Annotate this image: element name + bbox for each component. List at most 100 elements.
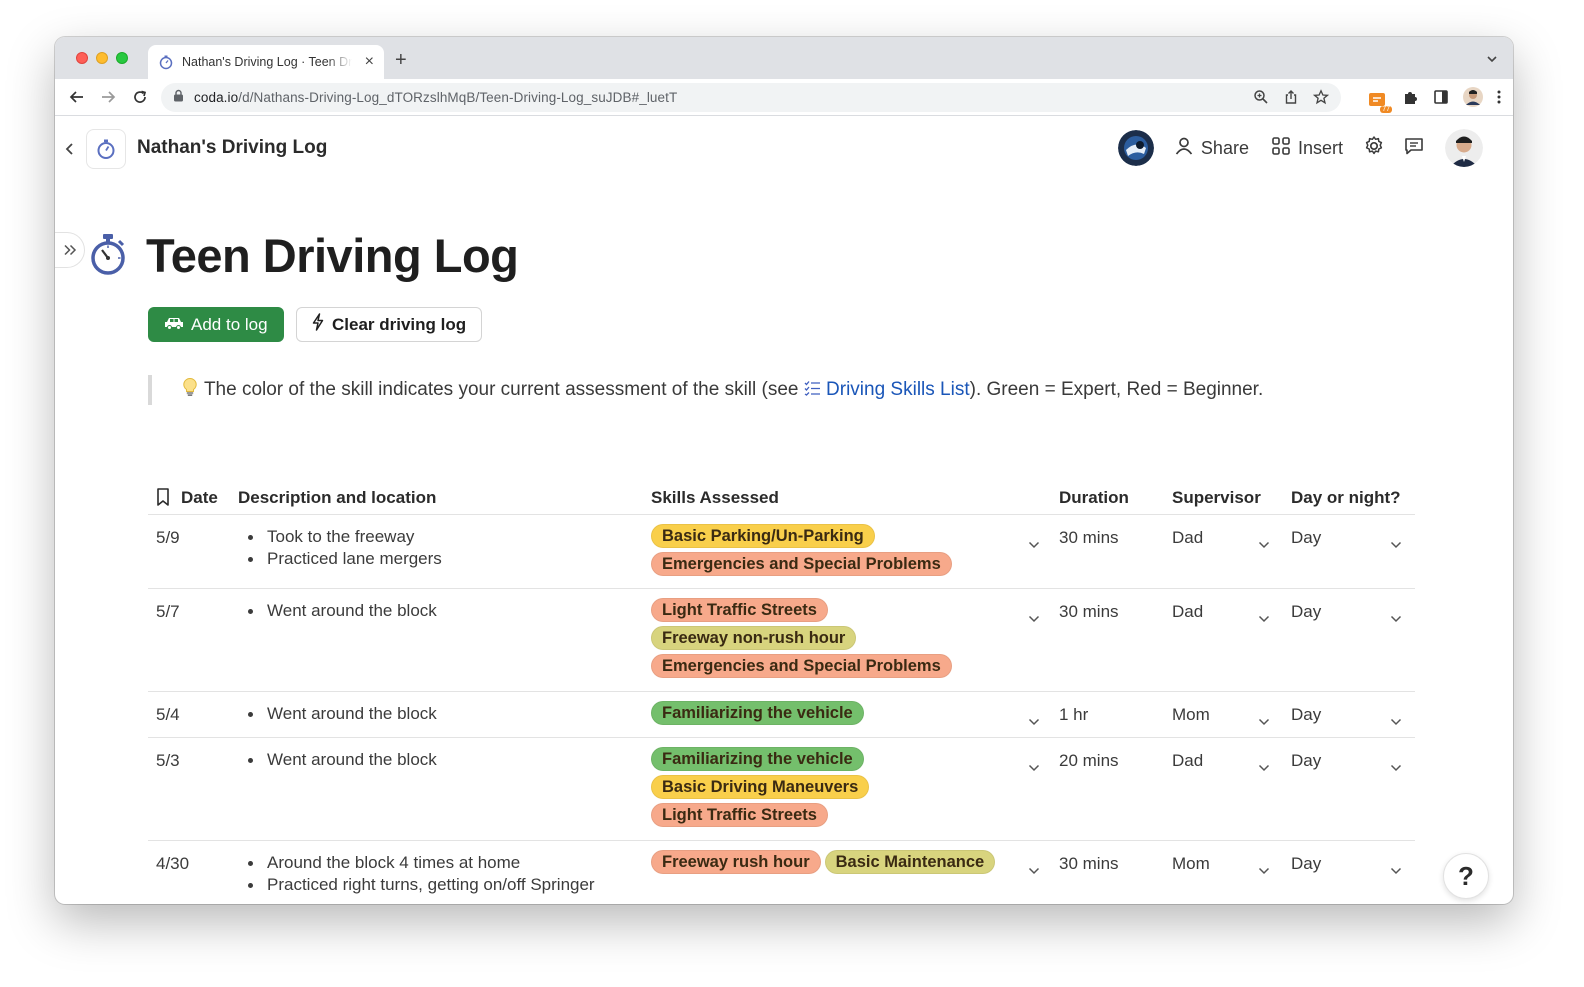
day-night-dropdown-chevron-icon[interactable] [1390, 608, 1402, 623]
supervisor-dropdown-chevron-icon[interactable] [1258, 608, 1270, 623]
day-night-dropdown-chevron-icon[interactable] [1390, 757, 1402, 772]
extension-icon[interactable]: 77 [1368, 90, 1392, 113]
column-header-date[interactable]: Date [181, 488, 218, 508]
skill-chip[interactable]: Light Traffic Streets [651, 598, 828, 622]
duration-cell[interactable]: 30 mins [1059, 528, 1119, 548]
column-header-skills[interactable]: Skills Assessed [651, 488, 779, 508]
skills-dropdown-chevron-icon[interactable] [1028, 860, 1040, 875]
supervisor-cell[interactable]: Dad [1172, 751, 1203, 771]
side-panel-icon[interactable] [1433, 89, 1449, 110]
day-night-dropdown-chevron-icon[interactable] [1390, 860, 1402, 875]
insert-button[interactable]: Insert [1271, 136, 1343, 161]
skill-chip[interactable]: Emergencies and Special Problems [651, 654, 952, 678]
duration-cell[interactable]: 30 mins [1059, 854, 1119, 874]
column-header-supervisor[interactable]: Supervisor [1172, 488, 1261, 508]
supervisor-dropdown-chevron-icon[interactable] [1258, 757, 1270, 772]
table-row[interactable]: 5/3 Went around the block Familiarizing th… [148, 738, 1415, 841]
bookmark-star-icon[interactable] [1312, 89, 1330, 110]
duration-cell[interactable]: 30 mins [1059, 602, 1119, 622]
doc-title[interactable]: Nathan's Driving Log [137, 137, 327, 159]
tab-close-icon[interactable]: × [365, 54, 374, 70]
table-row[interactable]: 5/7 Went around the block Light Traffic St… [148, 589, 1415, 692]
kebab-menu-icon[interactable] [1497, 89, 1501, 110]
description-cell[interactable]: Around the block 4 times at home Practice… [245, 853, 595, 898]
user-avatar[interactable] [1445, 129, 1483, 167]
column-header-duration[interactable]: Duration [1059, 488, 1129, 508]
supervisor-dropdown-chevron-icon[interactable] [1258, 534, 1270, 549]
help-button[interactable]: ? [1443, 853, 1489, 899]
supervisor-dropdown-chevron-icon[interactable] [1258, 711, 1270, 726]
chevron-left-icon[interactable] [65, 142, 75, 161]
add-to-log-button[interactable]: Add to log [148, 307, 284, 342]
skills-dropdown-chevron-icon[interactable] [1028, 608, 1040, 623]
skill-chip[interactable]: Light Traffic Streets [651, 803, 828, 827]
skill-chip[interactable]: Basic Parking/Un-Parking [651, 524, 875, 548]
description-cell[interactable]: Went around the block [245, 601, 437, 624]
duration-cell[interactable]: 1 hr [1059, 705, 1088, 725]
browser-tab[interactable]: Nathan's Driving Log · Teen Driving Log … [148, 45, 384, 79]
skill-chip[interactable]: Basic Driving Maneuvers [651, 775, 870, 799]
zoom-icon[interactable] [1253, 89, 1269, 110]
day-night-dropdown-chevron-icon[interactable] [1390, 711, 1402, 726]
gear-icon[interactable] [1363, 135, 1385, 162]
comment-icon[interactable] [1403, 135, 1425, 162]
forward-arrow-icon[interactable] [98, 87, 118, 107]
skills-cell[interactable]: Familiarizing the vehicle Basic Driving M… [651, 747, 1023, 827]
day-night-cell[interactable]: Day [1291, 751, 1321, 771]
share-page-icon[interactable] [1283, 89, 1299, 110]
zoom-window-button[interactable] [116, 52, 128, 64]
puzzle-icon[interactable] [1402, 89, 1419, 111]
back-arrow-icon[interactable] [67, 87, 87, 107]
share-button[interactable]: Share [1174, 136, 1249, 161]
new-tab-icon[interactable]: + [395, 49, 407, 72]
skills-cell[interactable]: Basic Parking/Un-Parking Emergencies and … [651, 524, 1023, 576]
supervisor-cell[interactable]: Mom [1172, 705, 1210, 725]
description-cell[interactable]: Went around the block [245, 750, 437, 773]
table-row[interactable]: 5/4 Went around the block Familiarizing th… [148, 692, 1415, 738]
date-cell[interactable]: 5/4 [156, 705, 180, 725]
day-night-cell[interactable]: Day [1291, 854, 1321, 874]
address-bar[interactable]: coda.io/d/Nathans-Driving-Log_dTORzslhMq… [161, 83, 1341, 112]
date-cell[interactable]: 5/9 [156, 528, 180, 548]
date-cell[interactable]: 5/3 [156, 751, 180, 771]
skill-chip[interactable]: Familiarizing the vehicle [651, 747, 864, 771]
skills-dropdown-chevron-icon[interactable] [1028, 711, 1040, 726]
day-night-dropdown-chevron-icon[interactable] [1390, 534, 1402, 549]
tab-search-chevron-icon[interactable] [1485, 52, 1499, 66]
skill-chip[interactable]: Basic Maintenance [824, 850, 996, 874]
day-night-cell[interactable]: Day [1291, 705, 1321, 725]
skill-chip[interactable]: Familiarizing the vehicle [651, 701, 864, 725]
skills-cell[interactable]: Freeway rush hour Basic Maintenance [651, 850, 1023, 874]
doc-icon[interactable] [86, 129, 126, 169]
description-cell[interactable]: Took to the freeway Practiced lane merger… [245, 527, 442, 572]
close-window-button[interactable] [76, 52, 88, 64]
minimize-window-button[interactable] [96, 52, 108, 64]
skills-cell[interactable]: Light Traffic Streets Freeway non-rush ho… [651, 598, 1023, 678]
table-row[interactable]: 4/30 Around the block 4 times at home Prac… [148, 841, 1415, 904]
driving-skills-list-link[interactable]: Driving Skills List [826, 379, 970, 400]
skills-dropdown-chevron-icon[interactable] [1028, 534, 1040, 549]
collaborator-avatar[interactable] [1117, 130, 1154, 166]
clear-driving-log-button[interactable]: Clear driving log [296, 307, 483, 342]
column-header-description[interactable]: Description and location [238, 488, 436, 508]
supervisor-cell[interactable]: Mom [1172, 854, 1210, 874]
reload-icon[interactable] [130, 87, 150, 107]
skills-cell[interactable]: Familiarizing the vehicle [651, 701, 1023, 725]
column-header-day-night[interactable]: Day or night? [1291, 488, 1401, 508]
expand-sidebar-button[interactable] [55, 232, 85, 268]
profile-avatar-small[interactable] [1463, 87, 1483, 112]
skill-chip[interactable]: Emergencies and Special Problems [651, 552, 952, 576]
table-row[interactable]: 5/9 Took to the freeway Practiced lane mer… [148, 515, 1415, 589]
stopwatch-icon[interactable] [88, 232, 128, 281]
day-night-cell[interactable]: Day [1291, 528, 1321, 548]
duration-cell[interactable]: 20 mins [1059, 751, 1119, 771]
skill-chip[interactable]: Freeway rush hour [651, 850, 821, 874]
supervisor-dropdown-chevron-icon[interactable] [1258, 860, 1270, 875]
description-cell[interactable]: Went around the block [245, 704, 437, 727]
date-cell[interactable]: 5/7 [156, 602, 180, 622]
day-night-cell[interactable]: Day [1291, 602, 1321, 622]
skill-chip[interactable]: Freeway non-rush hour [651, 626, 857, 650]
supervisor-cell[interactable]: Dad [1172, 602, 1203, 622]
supervisor-cell[interactable]: Dad [1172, 528, 1203, 548]
skills-dropdown-chevron-icon[interactable] [1028, 757, 1040, 772]
